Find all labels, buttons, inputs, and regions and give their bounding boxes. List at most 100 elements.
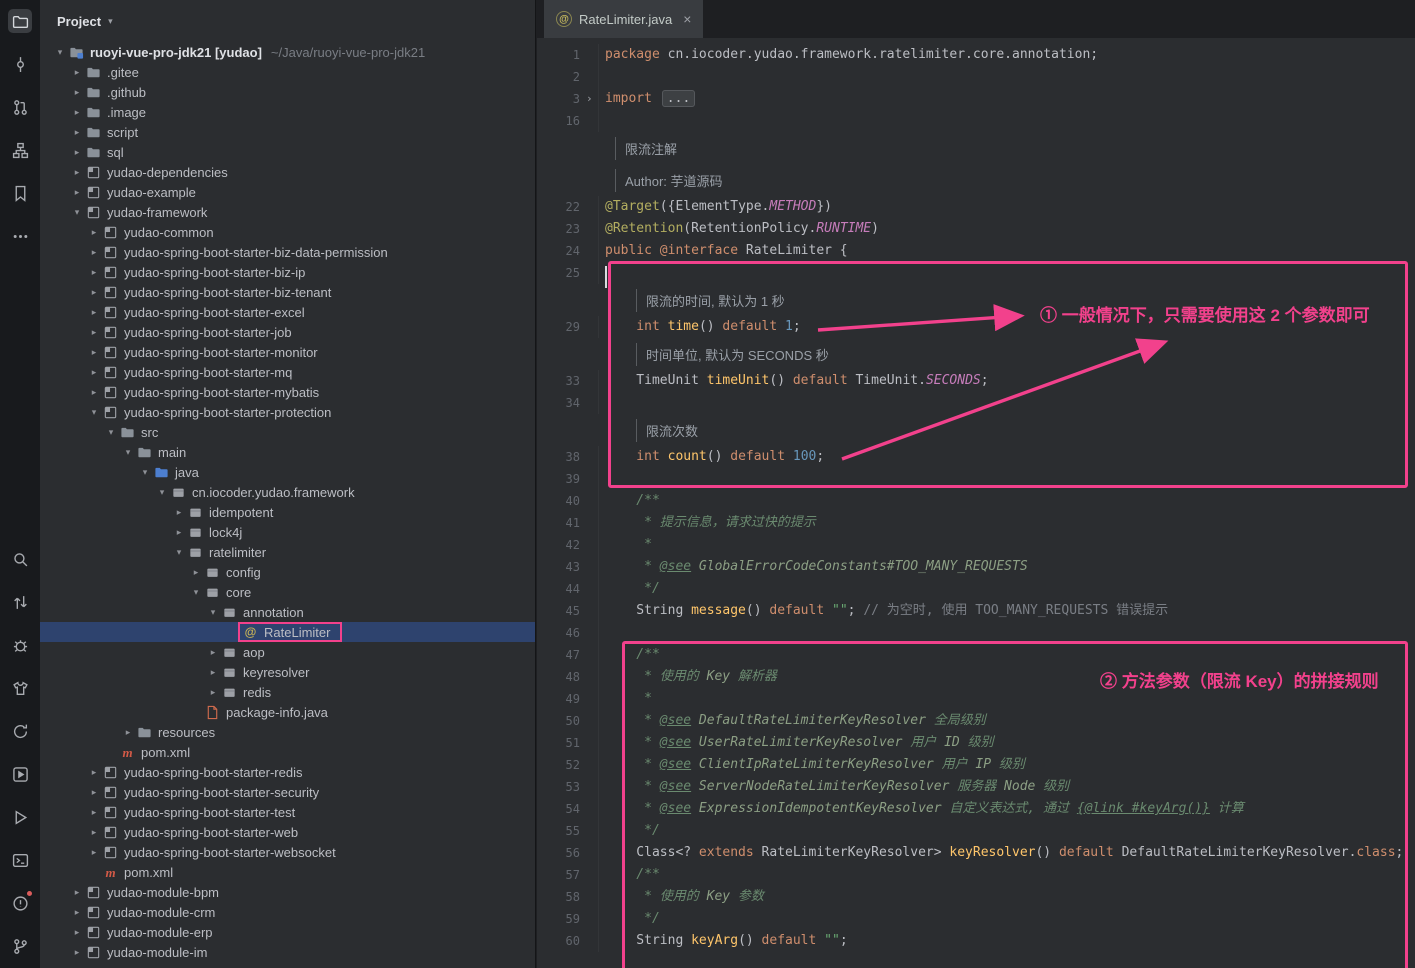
- tree-item-yudao-module-bpm[interactable]: ▸yudao-module-bpm: [40, 882, 535, 902]
- services-icon[interactable]: [8, 762, 32, 786]
- chevron-right-icon[interactable]: ▸: [86, 767, 102, 778]
- code-line-58[interactable]: 58 * 使用的 Key 参数: [537, 886, 1415, 908]
- tree-item-yudao-spring-boot-starter-redis[interactable]: ▸yudao-spring-boot-starter-redis: [40, 762, 535, 782]
- code-line-43[interactable]: 43 * @see GlobalErrorCodeConstants#TOO_M…: [537, 556, 1415, 578]
- chevron-right-icon[interactable]: ▸: [69, 107, 85, 118]
- tree-item-ratelimiter[interactable]: @RateLimiter: [40, 622, 535, 642]
- code-line-49[interactable]: 49 *: [537, 688, 1415, 710]
- tree-item-yudao-spring-boot-starter-monitor[interactable]: ▸yudao-spring-boot-starter-monitor: [40, 342, 535, 362]
- code-line-23[interactable]: 23@Retention(RetentionPolicy.RUNTIME): [537, 218, 1415, 240]
- code-line-56[interactable]: 56 Class<? extends RateLimiterKeyResolve…: [537, 842, 1415, 864]
- chevron-down-icon[interactable]: ▾: [188, 587, 204, 598]
- code-line-54[interactable]: 54 * @see ExpressionIdempotentKeyResolve…: [537, 798, 1415, 820]
- tree-item-sql[interactable]: ▸sql: [40, 142, 535, 162]
- chevron-right-icon[interactable]: ▸: [188, 567, 204, 578]
- code-line-38[interactable]: 38 int count() default 100;: [537, 446, 1415, 468]
- terminal-icon[interactable]: [8, 848, 32, 872]
- structure-icon[interactable]: [8, 138, 32, 162]
- tree-item-yudao-example[interactable]: ▸yudao-example: [40, 182, 535, 202]
- chevron-right-icon[interactable]: ▸: [69, 947, 85, 958]
- code-line-44[interactable]: 44 */: [537, 578, 1415, 600]
- code-line-41[interactable]: 41 * 提示信息，请求过快的提示: [537, 512, 1415, 534]
- commit-icon[interactable]: [8, 52, 32, 76]
- chevron-down-icon[interactable]: ▾: [154, 487, 170, 498]
- chevron-right-icon[interactable]: ▸: [205, 667, 221, 678]
- more-tools-icon[interactable]: [8, 224, 32, 248]
- tree-item-yudao-spring-boot-starter-job[interactable]: ▸yudao-spring-boot-starter-job: [40, 322, 535, 342]
- tree-item-yudao-spring-boot-starter-biz-ip[interactable]: ▸yudao-spring-boot-starter-biz-ip: [40, 262, 535, 282]
- tree-item-github[interactable]: ▸.github: [40, 82, 535, 102]
- code-line-55[interactable]: 55 */: [537, 820, 1415, 842]
- pull-requests-icon[interactable]: [8, 95, 32, 119]
- code-line-25[interactable]: 25: [537, 262, 1415, 284]
- chevron-down-icon[interactable]: ▾: [69, 207, 85, 218]
- tree-item-yudao-spring-boot-starter-mq[interactable]: ▸yudao-spring-boot-starter-mq: [40, 362, 535, 382]
- tree-item-annotation[interactable]: ▾annotation: [40, 602, 535, 622]
- chevron-right-icon[interactable]: ▸: [86, 347, 102, 358]
- code-line-48[interactable]: 48 * 使用的 Key 解析器: [537, 666, 1415, 688]
- build-icon[interactable]: [8, 719, 32, 743]
- tree-item-yudao-dependencies[interactable]: ▸yudao-dependencies: [40, 162, 535, 182]
- tree-item-gitee[interactable]: ▸.gitee: [40, 62, 535, 82]
- code-line-1[interactable]: 1package cn.iocoder.yudao.framework.rate…: [537, 44, 1415, 66]
- chevron-right-icon[interactable]: ▸: [86, 247, 102, 258]
- chevron-right-icon[interactable]: ▸: [86, 787, 102, 798]
- tree-item-java[interactable]: ▾java: [40, 462, 535, 482]
- chevron-down-icon[interactable]: ▾: [52, 47, 68, 58]
- chevron-right-icon[interactable]: ▸: [69, 887, 85, 898]
- profiler-icon[interactable]: [8, 676, 32, 700]
- bookmarks-icon[interactable]: [8, 181, 32, 205]
- tree-item-resources[interactable]: ▸resources: [40, 722, 535, 742]
- chevron-right-icon[interactable]: ▸: [86, 287, 102, 298]
- chevron-down-icon[interactable]: ▾: [205, 607, 221, 618]
- code-line-51[interactable]: 51 * @see UserRateLimiterKeyResolver 用户 …: [537, 732, 1415, 754]
- chevron-right-icon[interactable]: ▸: [86, 807, 102, 818]
- code-line-57[interactable]: 57 /**: [537, 864, 1415, 886]
- code-line-2[interactable]: 2: [537, 66, 1415, 88]
- chevron-right-icon[interactable]: ▸: [69, 67, 85, 78]
- tree-item-config[interactable]: ▸config: [40, 562, 535, 582]
- chevron-down-icon[interactable]: ▾: [120, 447, 136, 458]
- code-line-39[interactable]: 39: [537, 468, 1415, 490]
- project-folder-icon[interactable]: [8, 9, 32, 33]
- search-icon[interactable]: [8, 547, 32, 571]
- tree-item-yudao-common[interactable]: ▸yudao-common: [40, 222, 535, 242]
- tab-ratelimiter-java[interactable]: @ RateLimiter.java ×: [544, 0, 703, 38]
- chevron-right-icon[interactable]: ▸: [120, 727, 136, 738]
- tree-item-yudao-spring-boot-starter-biz-tenant[interactable]: ▸yudao-spring-boot-starter-biz-tenant: [40, 282, 535, 302]
- code-line-16[interactable]: 16: [537, 110, 1415, 132]
- tree-item-keyresolver[interactable]: ▸keyresolver: [40, 662, 535, 682]
- chevron-right-icon[interactable]: ▸: [69, 927, 85, 938]
- tree-item-yudao-spring-boot-starter-protection[interactable]: ▾yudao-spring-boot-starter-protection: [40, 402, 535, 422]
- tree-item-yudao-spring-boot-starter-test[interactable]: ▸yudao-spring-boot-starter-test: [40, 802, 535, 822]
- code-area[interactable]: 1package cn.iocoder.yudao.framework.rate…: [537, 38, 1415, 968]
- chevron-right-icon[interactable]: ▸: [171, 507, 187, 518]
- chevron-right-icon[interactable]: ▸: [69, 147, 85, 158]
- chevron-down-icon[interactable]: ▾: [171, 547, 187, 558]
- chevron-right-icon[interactable]: ▸: [205, 687, 221, 698]
- tree-item-yudao-spring-boot-starter-websocket[interactable]: ▸yudao-spring-boot-starter-websocket: [40, 842, 535, 862]
- chevron-right-icon[interactable]: ▸: [86, 307, 102, 318]
- chevron-right-icon[interactable]: ▸: [69, 167, 85, 178]
- chevron-right-icon[interactable]: ▸: [86, 387, 102, 398]
- tree-item-idempotent[interactable]: ▸idempotent: [40, 502, 535, 522]
- tree-item-ratelimiter[interactable]: ▾ratelimiter: [40, 542, 535, 562]
- chevron-right-icon[interactable]: ▸: [171, 527, 187, 538]
- tree-item-script[interactable]: ▸script: [40, 122, 535, 142]
- tree-item-yudao-module-erp[interactable]: ▸yudao-module-erp: [40, 922, 535, 942]
- code-line-52[interactable]: 52 * @see ClientIpRateLimiterKeyResolver…: [537, 754, 1415, 776]
- chevron-right-icon[interactable]: ▸: [86, 367, 102, 378]
- chevron-right-icon[interactable]: ▸: [69, 187, 85, 198]
- tree-item-cn-iocoder-yudao-framework[interactable]: ▾cn.iocoder.yudao.framework: [40, 482, 535, 502]
- code-line-40[interactable]: 40 /**: [537, 490, 1415, 512]
- tree-item-core[interactable]: ▾core: [40, 582, 535, 602]
- code-line-50[interactable]: 50 * @see DefaultRateLimiterKeyResolver …: [537, 710, 1415, 732]
- tree-item-main[interactable]: ▾main: [40, 442, 535, 462]
- code-line-29[interactable]: 29 int time() default 1;: [537, 316, 1415, 338]
- code-line-47[interactable]: 47 /**: [537, 644, 1415, 666]
- tree-item-yudao-spring-boot-starter-web[interactable]: ▸yudao-spring-boot-starter-web: [40, 822, 535, 842]
- vcs-update-icon[interactable]: [8, 590, 32, 614]
- tree-item-yudao-module-crm[interactable]: ▸yudao-module-crm: [40, 902, 535, 922]
- chevron-right-icon[interactable]: ▸: [205, 647, 221, 658]
- tree-item-yudao-spring-boot-starter-mybatis[interactable]: ▸yudao-spring-boot-starter-mybatis: [40, 382, 535, 402]
